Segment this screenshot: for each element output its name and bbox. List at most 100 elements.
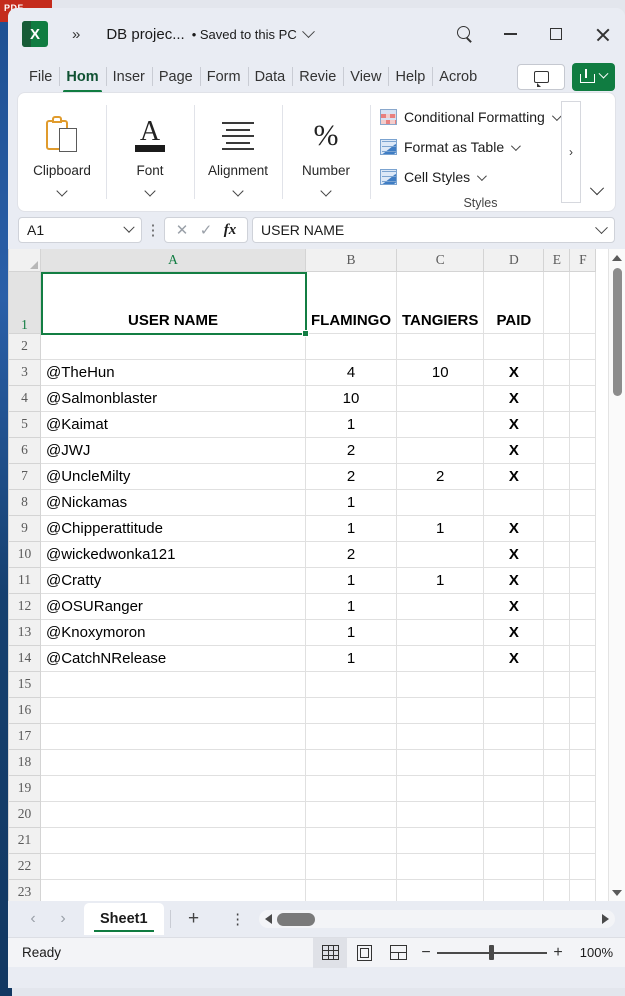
cell-c10[interactable] <box>396 541 485 568</box>
cell-d1[interactable]: PAID <box>483 271 545 334</box>
cell-e11[interactable] <box>543 567 571 594</box>
cell-e23[interactable] <box>543 879 571 901</box>
row-header[interactable]: 9 <box>8 514 41 542</box>
cell-b13[interactable]: 1 <box>305 619 397 646</box>
document-title-area[interactable]: DB projec... • Saved to this PC <box>106 24 315 43</box>
cell-d9[interactable]: X <box>483 515 545 542</box>
cell-d14[interactable]: X <box>483 645 545 672</box>
cell-d10[interactable]: X <box>483 541 545 568</box>
row-header[interactable]: 8 <box>8 488 41 516</box>
cell-c12[interactable] <box>396 593 485 620</box>
cell-e5[interactable] <box>543 411 571 438</box>
cell-c20[interactable] <box>396 801 485 828</box>
cell-e13[interactable] <box>543 619 571 646</box>
cell-c8[interactable] <box>396 489 485 516</box>
cell-b5[interactable]: 1 <box>305 411 397 438</box>
cell-b23[interactable] <box>305 879 397 901</box>
horizontal-scrollbar[interactable] <box>258 910 615 928</box>
cell-b19[interactable] <box>305 775 397 802</box>
cell-a2[interactable] <box>40 333 306 360</box>
cell-c23[interactable] <box>396 879 485 901</box>
ribbon-group-font[interactable]: A Font <box>106 93 194 211</box>
cell-b15[interactable] <box>305 671 397 698</box>
row-header[interactable]: 6 <box>8 436 41 464</box>
cell-d20[interactable] <box>483 801 545 828</box>
cell-f17[interactable] <box>569 723 597 750</box>
cell-a11[interactable]: @Cratty <box>40 567 306 594</box>
tab-acrobat[interactable]: Acrob <box>432 60 484 93</box>
cell-e15[interactable] <box>543 671 571 698</box>
tab-home[interactable]: Hom <box>59 60 105 93</box>
cell-b3[interactable]: 4 <box>305 359 397 386</box>
cell-c2[interactable] <box>396 333 485 360</box>
column-header-a[interactable]: A <box>40 249 306 272</box>
cell-c17[interactable] <box>396 723 485 750</box>
cell-f19[interactable] <box>569 775 597 802</box>
tab-review[interactable]: Revie <box>292 60 343 93</box>
cell-a13[interactable]: @Knoxymoron <box>40 619 306 646</box>
tab-formulas[interactable]: Form <box>199 60 248 93</box>
cell-a10[interactable]: @wickedwonka121 <box>40 541 306 568</box>
chevron-down-icon[interactable] <box>232 185 244 197</box>
cell-a8[interactable]: @Nickamas <box>40 489 306 516</box>
chevron-down-icon[interactable] <box>144 185 156 197</box>
tab-data[interactable]: Data <box>247 60 293 93</box>
cell-e17[interactable] <box>543 723 571 750</box>
cell-c13[interactable] <box>396 619 485 646</box>
cell-c1[interactable]: TANGIERS <box>396 271 485 334</box>
cell-e12[interactable] <box>543 593 571 620</box>
cell-e6[interactable] <box>543 437 571 464</box>
cell-a21[interactable] <box>40 827 306 854</box>
cell-e16[interactable] <box>543 697 571 724</box>
cell-d21[interactable] <box>483 827 545 854</box>
cell-d4[interactable]: X <box>483 385 545 412</box>
cell-f11[interactable] <box>569 567 597 594</box>
row-header[interactable]: 19 <box>8 774 41 802</box>
column-header-d[interactable]: D <box>483 249 545 272</box>
cell-c5[interactable] <box>396 411 485 438</box>
cell-b4[interactable]: 10 <box>305 385 397 412</box>
cell-d5[interactable]: X <box>483 411 545 438</box>
cell-f22[interactable] <box>569 853 597 880</box>
previous-sheet-button[interactable]: ‹ <box>18 904 48 934</box>
cell-f1[interactable] <box>569 271 597 334</box>
cell-b16[interactable] <box>305 697 397 724</box>
cell-f2[interactable] <box>569 333 597 360</box>
cell-c22[interactable] <box>396 853 485 880</box>
column-header-e[interactable]: E <box>543 249 571 272</box>
vertical-scroll-thumb[interactable] <box>612 268 622 396</box>
cell-c15[interactable] <box>396 671 485 698</box>
next-sheet-button[interactable]: › <box>48 904 78 934</box>
cell-d7[interactable]: X <box>483 463 545 490</box>
cell-b14[interactable]: 1 <box>305 645 397 672</box>
cell-a3[interactable]: @TheHun <box>40 359 306 386</box>
cell-d13[interactable]: X <box>483 619 545 646</box>
cell-f15[interactable] <box>569 671 597 698</box>
cell-a15[interactable] <box>40 671 306 698</box>
cell-a16[interactable] <box>40 697 306 724</box>
cell-b2[interactable] <box>305 333 397 360</box>
cell-b17[interactable] <box>305 723 397 750</box>
cell-e8[interactable] <box>543 489 571 516</box>
enter-icon[interactable]: ✓ <box>195 221 217 239</box>
cell-c9[interactable]: 1 <box>396 515 485 542</box>
cell-d3[interactable]: X <box>483 359 545 386</box>
close-button[interactable] <box>579 8 625 60</box>
cell-c18[interactable] <box>396 749 485 776</box>
cell-e21[interactable] <box>543 827 571 854</box>
row-header[interactable]: 15 <box>8 670 41 698</box>
cell-a9[interactable]: @Chipperattitude <box>40 515 306 542</box>
cell-b21[interactable] <box>305 827 397 854</box>
cell-a14[interactable]: @CatchNRelease <box>40 645 306 672</box>
spreadsheet-grid[interactable]: A B C D E F 1 USER NAME FLAMINGO TANGIER… <box>8 249 625 901</box>
cell-f5[interactable] <box>569 411 597 438</box>
cell-f20[interactable] <box>569 801 597 828</box>
cell-d17[interactable] <box>483 723 545 750</box>
row-header[interactable]: 4 <box>8 384 41 412</box>
row-header[interactable]: 1 <box>8 270 41 334</box>
cell-e20[interactable] <box>543 801 571 828</box>
row-header[interactable]: 3 <box>8 358 41 386</box>
cell-d23[interactable] <box>483 879 545 901</box>
cell-b9[interactable]: 1 <box>305 515 397 542</box>
cell-a1[interactable]: USER NAME <box>40 271 306 334</box>
